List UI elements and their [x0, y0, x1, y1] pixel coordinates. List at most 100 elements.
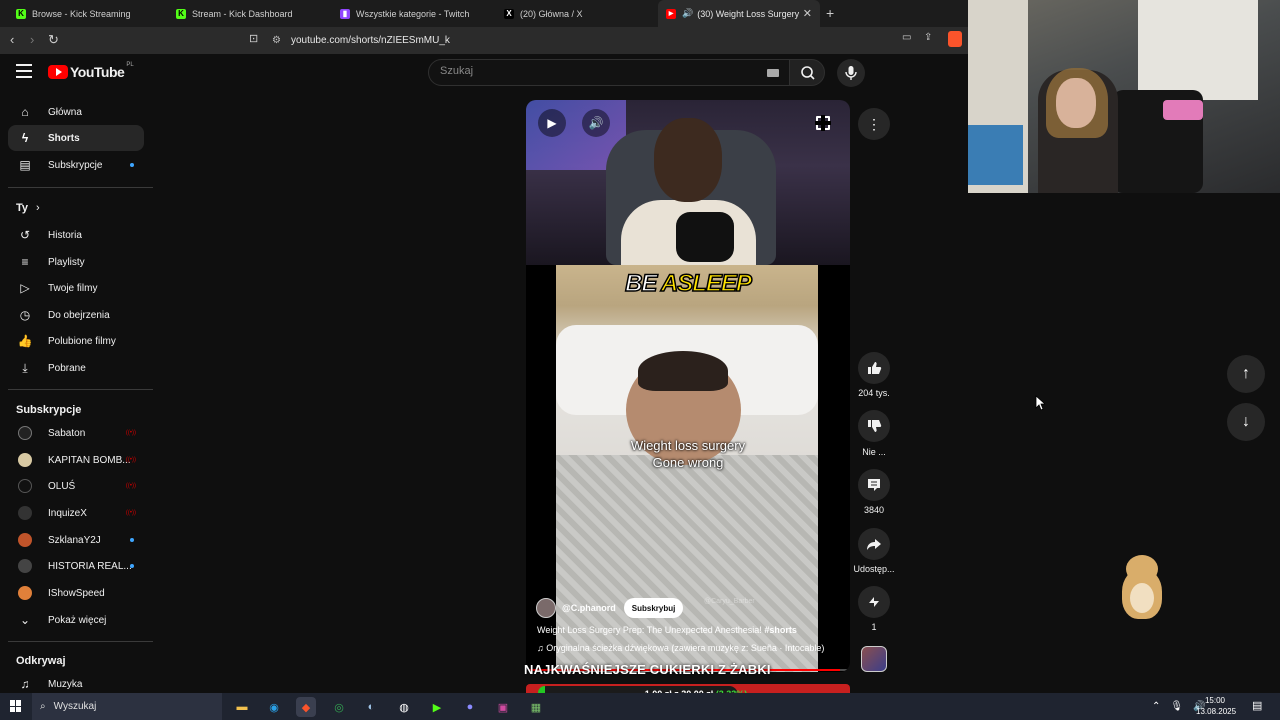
- reload-icon[interactable]: ↻: [48, 32, 59, 48]
- like-count: 204 tys.: [858, 388, 890, 398]
- search-button[interactable]: [789, 59, 825, 86]
- brave-icon[interactable]: ◆: [296, 697, 316, 717]
- obs-icon[interactable]: ◍: [394, 697, 414, 717]
- channel-name: SzklanaY2J: [48, 534, 101, 546]
- microphone-icon[interactable]: 🎙: [1170, 701, 1183, 712]
- overlay-word-yellow: ASLEEP: [660, 269, 753, 298]
- voice-search-button[interactable]: [837, 59, 865, 87]
- you-section-heading[interactable]: Ty ›: [16, 202, 40, 214]
- video-title[interactable]: Weight Loss Surgery Prep: The Unexpected…: [537, 625, 797, 635]
- steam-icon[interactable]: ◐: [361, 697, 381, 717]
- wardrobe: [1138, 0, 1258, 100]
- streamlabs-icon[interactable]: ▣: [493, 697, 513, 717]
- subscribe-button[interactable]: Subskrybuj: [623, 598, 684, 618]
- file-explorer-icon[interactable]: ▬: [232, 697, 252, 717]
- studio-microphone: [676, 212, 734, 262]
- show-more-label: Pokaż więcej: [48, 614, 107, 626]
- sidebar-item-playlists[interactable]: ≡ Playlisty: [8, 249, 144, 275]
- more-options-button[interactable]: ⋮: [858, 108, 890, 140]
- kick-app-icon[interactable]: ▶: [427, 697, 447, 717]
- streamer-face: [1056, 78, 1096, 128]
- keyboard-icon[interactable]: [767, 69, 779, 77]
- your-videos-icon: ▷: [20, 281, 30, 295]
- remix-count: 1: [871, 622, 877, 632]
- sound-thumbnail[interactable]: [861, 646, 887, 672]
- next-short-button[interactable]: ↓: [1227, 403, 1265, 441]
- search-input[interactable]: [440, 65, 760, 77]
- sound-attribution[interactable]: ♫ Oryginalna ścieżka dźwiękowa (zawiera …: [537, 643, 824, 653]
- forward-icon[interactable]: ›: [30, 32, 34, 47]
- subscription-item[interactable]: Sabaton ((•)): [8, 420, 144, 446]
- taskbar-search[interactable]: ⌕ Wyszukaj: [32, 693, 222, 720]
- hamster-head: [1126, 555, 1158, 583]
- subscription-item[interactable]: OLUŚ ((•)): [8, 473, 144, 499]
- share-button[interactable]: [858, 528, 890, 560]
- cast-icon[interactable]: ▭: [902, 32, 911, 43]
- edge-icon[interactable]: ◉: [264, 697, 284, 717]
- subscription-item[interactable]: InquizeX ((•)): [8, 500, 144, 526]
- address-bar[interactable]: ⚙ youtube.com/shorts/nZIEESmMU_k: [272, 30, 892, 51]
- dislike-button[interactable]: [858, 410, 890, 442]
- short-video-player[interactable]: BE ASLEEP Wieght loss surgery Gone wrong…: [526, 100, 850, 672]
- subscription-item[interactable]: KAPITAN BOMB... ((•)): [8, 447, 144, 473]
- sidebar-item-label: Muzyka: [48, 678, 83, 690]
- sidebar-item-home[interactable]: ⌂ Główna: [8, 99, 144, 125]
- youtube-icon: ▶: [666, 8, 676, 19]
- browser-tab-strip: K Browse - Kick Streaming K Stream - Kic…: [0, 0, 968, 27]
- browser-tab-kick-dashboard[interactable]: K Stream - Kick Dashboard: [168, 0, 328, 27]
- watch-later-icon: ◷: [19, 308, 31, 322]
- dislike-label: Nie ...: [862, 447, 886, 457]
- chrome-icon[interactable]: ◎: [329, 697, 349, 717]
- subscription-item[interactable]: SzklanaY2J: [8, 527, 144, 553]
- notifications-icon[interactable]: ▤: [1252, 699, 1262, 712]
- browser-tab-twitch[interactable]: ▮ Wszystkie kategorie - Twitch: [332, 0, 492, 27]
- sidebar-item-downloads[interactable]: ⤓ Pobrane: [8, 355, 144, 381]
- sidebar-item-label: Historia: [48, 229, 82, 241]
- remix-button[interactable]: [858, 586, 890, 618]
- channel-name[interactable]: @C.phanord: [562, 603, 616, 613]
- channel-avatar: [18, 479, 32, 493]
- sidebar-item-history[interactable]: ↺ Historia: [8, 222, 144, 248]
- youtube-logo[interactable]: YouTube PL: [48, 62, 134, 80]
- chevron-up-icon[interactable]: ⌃: [1152, 701, 1160, 712]
- browser-tab-x[interactable]: X (20) Główna / X: [496, 0, 656, 27]
- subscription-item[interactable]: IShowSpeed: [8, 580, 144, 606]
- sidebar-item-your-videos[interactable]: ▷ Twoje filmy: [8, 275, 144, 301]
- sidebar-item-liked[interactable]: 👍 Polubione filmy: [8, 328, 144, 354]
- channel-avatar[interactable]: [536, 598, 556, 618]
- music-note-icon: ♫: [537, 643, 544, 653]
- new-content-dot: [130, 163, 134, 167]
- play-button[interactable]: ▶: [538, 109, 566, 137]
- discord-icon[interactable]: ●: [460, 697, 480, 717]
- streamer-head: [654, 118, 722, 202]
- new-tab-button[interactable]: +: [826, 5, 834, 21]
- fullscreen-icon[interactable]: [815, 115, 831, 131]
- comments-button[interactable]: [858, 469, 890, 501]
- bookmark-icon[interactable]: ⊡: [249, 32, 258, 45]
- hospital-gown: [556, 455, 818, 672]
- volume-button[interactable]: 🔊: [582, 109, 610, 137]
- thumbs-up-icon: [868, 362, 882, 374]
- subscription-item[interactable]: HISTORIA REAL...: [8, 553, 144, 579]
- back-icon[interactable]: ‹: [10, 32, 14, 47]
- kick-icon: K: [176, 8, 186, 19]
- sidebar-item-shorts[interactable]: ϟ Shorts: [8, 125, 144, 151]
- brave-shield-icon[interactable]: [948, 31, 962, 47]
- game-app-icon[interactable]: ▦: [526, 697, 546, 717]
- taskbar-clock[interactable]: 15:00 13.08.2025: [1196, 695, 1236, 717]
- browser-tab-kick-browse[interactable]: K Browse - Kick Streaming: [8, 0, 168, 27]
- browser-tab-youtube[interactable]: ▶ 🔊 (30) Weight Loss Surgery Prep ✕: [658, 0, 820, 27]
- taskbar-search-label: Wyszukaj: [53, 701, 97, 712]
- hashtag-link[interactable]: #shorts: [764, 625, 797, 635]
- sidebar-item-watch-later[interactable]: ◷ Do obejrzenia: [8, 302, 144, 328]
- show-more-button[interactable]: ⌄ Pokaż więcej: [8, 607, 144, 633]
- channel-avatar: [18, 506, 32, 520]
- previous-short-button[interactable]: ↑: [1227, 355, 1265, 393]
- share-page-icon[interactable]: ⇪: [924, 32, 932, 43]
- windows-start-icon[interactable]: [10, 700, 22, 712]
- close-tab-icon[interactable]: ✕: [803, 7, 812, 20]
- site-info-icon[interactable]: ⚙: [272, 35, 281, 46]
- sidebar-item-subscriptions[interactable]: ▤ Subskrypcje: [8, 152, 144, 178]
- hamburger-menu-icon[interactable]: [16, 64, 32, 78]
- like-button[interactable]: [858, 352, 890, 384]
